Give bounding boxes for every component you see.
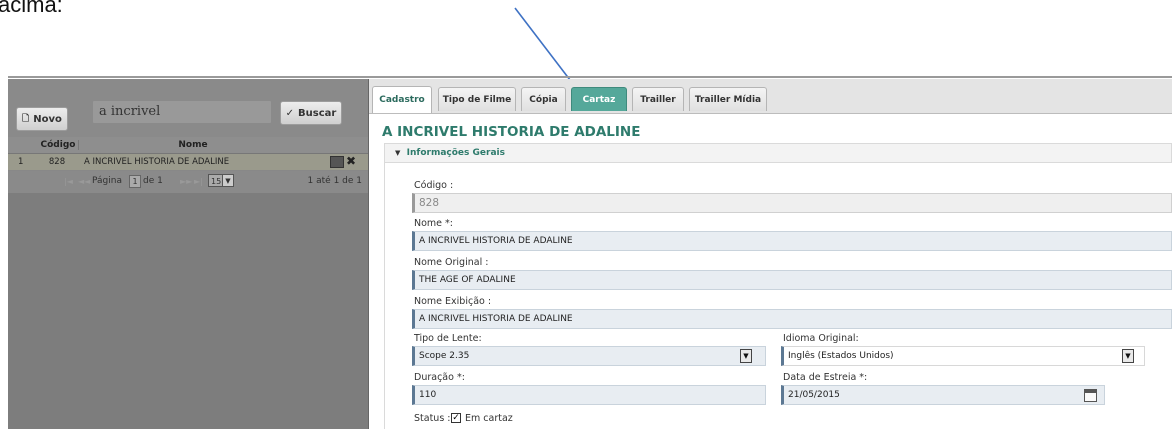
last-page-icon[interactable]: ►|	[194, 177, 203, 186]
tab-cadastro[interactable]: Cadastro	[372, 86, 432, 113]
table-row[interactable]: 1 828 A INCRIVEL HISTORIA DE ADALINE ✖	[8, 154, 368, 171]
nome-label: Nome *:	[414, 218, 453, 229]
nome-exibicao-field[interactable]: A INCRIVEL HISTORIA DE ADALINE	[412, 309, 1172, 329]
results-grid: Código Nome 1 828 A INCRIVEL HISTORIA DE…	[8, 137, 368, 193]
chevron-down-icon[interactable]: ▼	[222, 174, 234, 187]
nome-field[interactable]: A INCRIVEL HISTORIA DE ADALINE	[412, 231, 1172, 251]
status-checkbox-label: Em cartaz	[465, 413, 513, 424]
nome-original-label: Nome Original :	[414, 257, 489, 268]
row-number: 1	[18, 157, 24, 167]
tab-bar: Cadastro Tipo de Filme Cópia Cartaz Trai…	[369, 79, 1172, 114]
data-estreia-field[interactable]: 21/05/2015	[781, 385, 1105, 405]
form-body: Código : 828 Nome *: A INCRIVEL HISTORIA…	[384, 163, 1172, 429]
status-label: Status :	[414, 413, 451, 424]
page-label: Página	[92, 176, 122, 186]
data-estreia-label: Data de Estreia *:	[783, 372, 868, 383]
section-title: Informações Gerais	[406, 148, 505, 158]
search-input[interactable]: a incrivel	[92, 100, 272, 124]
pager: |◄ ◄◄ Página 1 de 1 ►► ►| 15 ▼ 1 até 1 d…	[8, 171, 368, 193]
search-toolbar: 🗋 Novo a incrivel ✓ Buscar	[8, 79, 368, 137]
page-count: de 1	[143, 176, 163, 186]
buscar-button[interactable]: ✓ Buscar	[280, 101, 342, 125]
nome-exibicao-label: Nome Exibição :	[414, 296, 492, 307]
idioma-label: Idioma Original:	[783, 333, 859, 344]
tab-copia[interactable]: Cópia	[521, 87, 566, 111]
column-header-codigo[interactable]: Código	[38, 140, 79, 150]
tipo-lente-select[interactable]: Scope 2.35	[412, 346, 766, 366]
next-page-icon[interactable]: ►►	[180, 177, 192, 186]
search-panel: 🗋 Novo a incrivel ✓ Buscar Código Nome 1…	[8, 79, 369, 429]
novo-label: Novo	[33, 113, 62, 125]
chevron-down-icon[interactable]: ▼	[740, 349, 752, 363]
check-icon: ✓	[285, 107, 295, 119]
tab-trailler-midia[interactable]: Trailler Mídia	[689, 87, 767, 111]
collapse-triangle-icon: ▼	[395, 149, 401, 157]
nome-original-field[interactable]: THE AGE OF ADALINE	[412, 270, 1172, 290]
tipo-lente-label: Tipo de Lente:	[414, 333, 482, 344]
row-codigo: 828	[48, 157, 66, 167]
page-title: A INCRIVEL HISTORIA DE ADALINE	[382, 124, 641, 140]
detail-panel: Cadastro Tipo de Filme Cópia Cartaz Trai…	[369, 79, 1172, 429]
column-header-nome[interactable]: Nome	[78, 140, 308, 150]
duracao-label: Duração *:	[414, 372, 465, 383]
idioma-select[interactable]: Inglês (Estados Unidos)	[781, 346, 1145, 366]
codigo-field[interactable]: 828	[412, 193, 1172, 213]
tab-trailler[interactable]: Trailler	[632, 87, 684, 111]
calendar-icon[interactable]	[1084, 389, 1097, 402]
novo-button[interactable]: 🗋 Novo	[16, 107, 68, 131]
codigo-label: Código :	[414, 180, 454, 191]
section-header[interactable]: ▼ Informações Gerais	[384, 143, 1172, 163]
buscar-label: Buscar	[298, 107, 337, 119]
first-page-icon[interactable]: |◄	[64, 177, 73, 186]
tab-tipo-de-filme[interactable]: Tipo de Filme	[438, 87, 516, 111]
edit-icon[interactable]	[330, 156, 344, 168]
record-count: 1 até 1 de 1	[307, 176, 362, 186]
delete-icon[interactable]: ✖	[346, 154, 356, 168]
status-checkbox[interactable]: ✓	[451, 413, 461, 423]
page-input[interactable]: 1	[129, 175, 141, 188]
row-nome: A INCRIVEL HISTORIA DE ADALINE	[84, 157, 230, 167]
duracao-field[interactable]: 110	[412, 385, 766, 405]
new-document-icon: 🗋	[22, 114, 30, 124]
tab-cartaz[interactable]: Cartaz	[571, 87, 627, 111]
previous-page-icon[interactable]: ◄◄	[78, 177, 90, 186]
chevron-down-icon[interactable]: ▼	[1122, 349, 1134, 363]
grid-header: Código Nome	[8, 137, 368, 154]
